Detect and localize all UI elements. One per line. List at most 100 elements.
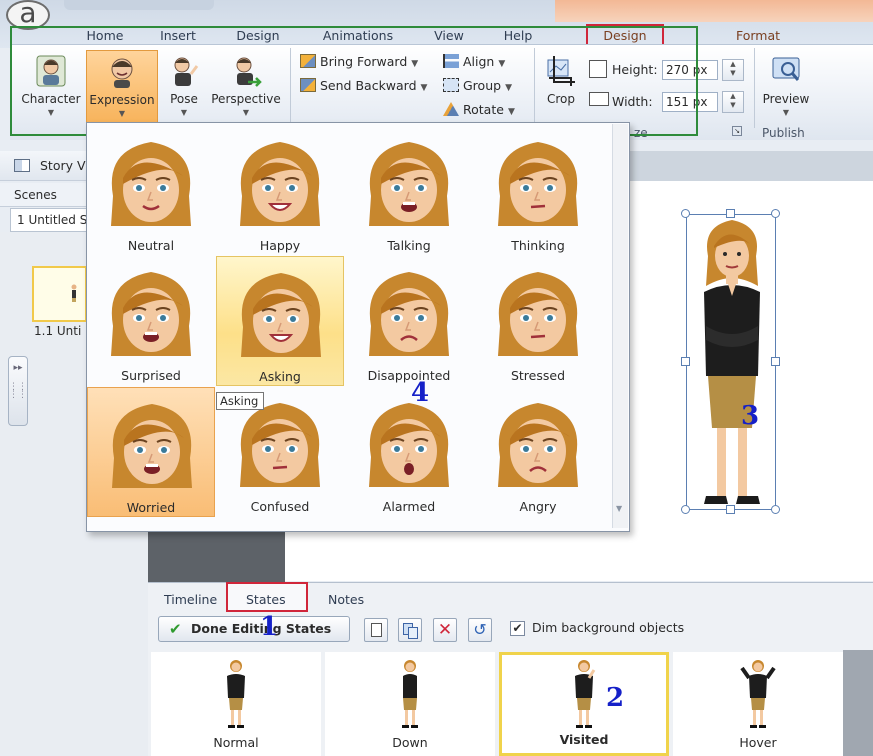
- resize-handle[interactable]: [771, 357, 780, 366]
- chevron-down-icon: ▼: [498, 59, 506, 69]
- resize-handle[interactable]: [771, 505, 780, 514]
- ribbon-divider: [290, 48, 291, 128]
- expression-option-stressed[interactable]: Stressed: [474, 256, 602, 386]
- duplicate-state-button[interactable]: [398, 618, 422, 642]
- state-hover[interactable]: Hover: [673, 652, 843, 756]
- expression-option-happy[interactable]: Happy: [216, 126, 344, 256]
- resize-handle[interactable]: [681, 357, 690, 366]
- expression-label: Angry: [519, 499, 557, 514]
- new-state-button[interactable]: [364, 618, 388, 642]
- rotate-button[interactable]: Rotate ▼: [443, 100, 515, 120]
- rotate-icon: [443, 102, 459, 116]
- tab-help[interactable]: Help: [494, 26, 542, 46]
- chevron-down-icon: ▼: [180, 108, 188, 117]
- crop-icon: [547, 56, 575, 86]
- expression-button[interactable]: Expression ▼: [86, 50, 158, 124]
- pose-icon: [174, 57, 199, 86]
- state-normal[interactable]: Normal: [151, 652, 321, 756]
- done-editing-states-button[interactable]: ✔ Done Editing States: [158, 616, 350, 642]
- expression-face-icon: [240, 403, 320, 487]
- tab-view[interactable]: View: [424, 26, 474, 46]
- quick-access-toolbar[interactable]: [64, 0, 214, 10]
- crop-label: Crop: [546, 92, 575, 106]
- dialog-launcher-icon[interactable]: ↘: [732, 126, 742, 136]
- dim-background-label: Dim background objects: [532, 620, 685, 635]
- state-character-icon: [402, 660, 418, 728]
- tab-timeline[interactable]: Timeline: [164, 590, 217, 610]
- grip-icon: ⋮⋮ ⋮⋮: [9, 382, 27, 400]
- resize-handle[interactable]: [726, 209, 735, 218]
- gallery-scrollbar[interactable]: ▼: [612, 124, 628, 528]
- expression-option-talking[interactable]: Talking: [345, 126, 473, 256]
- new-document-icon: [371, 623, 382, 637]
- pose-button[interactable]: Pose ▼: [162, 50, 206, 124]
- expression-label: Neutral: [127, 238, 175, 253]
- resize-handle[interactable]: [771, 209, 780, 218]
- undo-button[interactable]: ↺: [468, 618, 492, 642]
- tab-home[interactable]: Home: [76, 26, 134, 46]
- crop-button[interactable]: Crop: [538, 50, 584, 124]
- expression-option-surprised[interactable]: Surprised: [87, 256, 215, 386]
- expression-label: Thinking: [511, 238, 565, 253]
- slide-thumbnail[interactable]: [32, 266, 87, 322]
- character-button[interactable]: Character ▼: [16, 50, 86, 124]
- width-stepper[interactable]: ▲ ▼: [722, 91, 744, 113]
- chevron-down-icon: ▼: [47, 108, 55, 117]
- bring-forward-button[interactable]: Bring Forward ▼: [300, 52, 418, 72]
- tab-animations[interactable]: Animations: [314, 26, 402, 46]
- perspective-button[interactable]: Perspective ▼: [208, 50, 284, 124]
- expression-option-neutral[interactable]: Neutral: [87, 126, 215, 256]
- width-icon: [589, 92, 609, 106]
- tab-notes[interactable]: Notes: [328, 590, 364, 610]
- story-view-label: Story V: [40, 158, 86, 173]
- state-label: Normal: [213, 735, 259, 750]
- app-logo-icon[interactable]: a: [6, 0, 50, 30]
- dim-background-checkbox[interactable]: ✔: [510, 621, 525, 636]
- height-input[interactable]: 270 px: [662, 60, 718, 80]
- expression-option-thinking[interactable]: Thinking: [474, 126, 602, 256]
- tab-format[interactable]: Format: [720, 26, 796, 46]
- expression-face-icon: [111, 142, 191, 226]
- preview-button[interactable]: Preview ▼: [758, 50, 814, 124]
- tab-insert[interactable]: Insert: [148, 26, 208, 46]
- state-visited[interactable]: Visited: [499, 652, 669, 756]
- selection-box[interactable]: [686, 214, 776, 510]
- tab-design[interactable]: Design: [226, 26, 290, 46]
- state-down[interactable]: Down: [325, 652, 495, 756]
- resize-handle[interactable]: [681, 209, 690, 218]
- expression-face-icon: [369, 142, 449, 226]
- align-button[interactable]: Align ▼: [443, 52, 505, 72]
- height-stepper[interactable]: ▲ ▼: [722, 59, 744, 81]
- send-backward-label: Send Backward: [320, 78, 417, 93]
- expression-option-worried[interactable]: Worried: [87, 387, 215, 517]
- tooltip: Asking: [216, 392, 264, 410]
- group-icon: [443, 78, 459, 92]
- send-backward-icon: [300, 78, 316, 92]
- contextual-tab-header: [555, 0, 873, 22]
- chevron-down-icon: ▼: [616, 504, 623, 513]
- expression-option-asking[interactable]: Asking: [216, 256, 344, 386]
- send-backward-button[interactable]: Send Backward ▼: [300, 76, 427, 96]
- delete-state-button[interactable]: ✕: [433, 618, 457, 642]
- expression-icon: [111, 58, 133, 88]
- resize-handle[interactable]: [726, 505, 735, 514]
- resize-handle[interactable]: [681, 505, 690, 514]
- perspective-icon: [236, 57, 262, 87]
- tab-states[interactable]: States: [246, 590, 286, 610]
- expression-option-angry[interactable]: Angry: [474, 387, 602, 517]
- bring-forward-label: Bring Forward: [320, 54, 408, 69]
- expression-face-icon: [498, 403, 578, 487]
- expression-face-icon: [498, 142, 578, 226]
- width-input[interactable]: 151 px: [662, 92, 718, 112]
- expression-label: Stressed: [510, 368, 566, 383]
- expression-option-alarmed[interactable]: Alarmed: [345, 387, 473, 517]
- stage-edge: [150, 530, 285, 582]
- expression-option-disappointed[interactable]: Disappointed: [345, 256, 473, 386]
- state-label: Visited: [559, 732, 609, 747]
- annotation-number: 2: [606, 683, 625, 713]
- expression-label: Confused: [250, 499, 310, 514]
- panel-expand-handle[interactable]: ▸▸ ⋮⋮ ⋮⋮: [8, 356, 28, 426]
- group-button[interactable]: Group ▼: [443, 76, 512, 96]
- state-character-icon: [575, 660, 596, 728]
- size-group-label: ze: [634, 126, 648, 140]
